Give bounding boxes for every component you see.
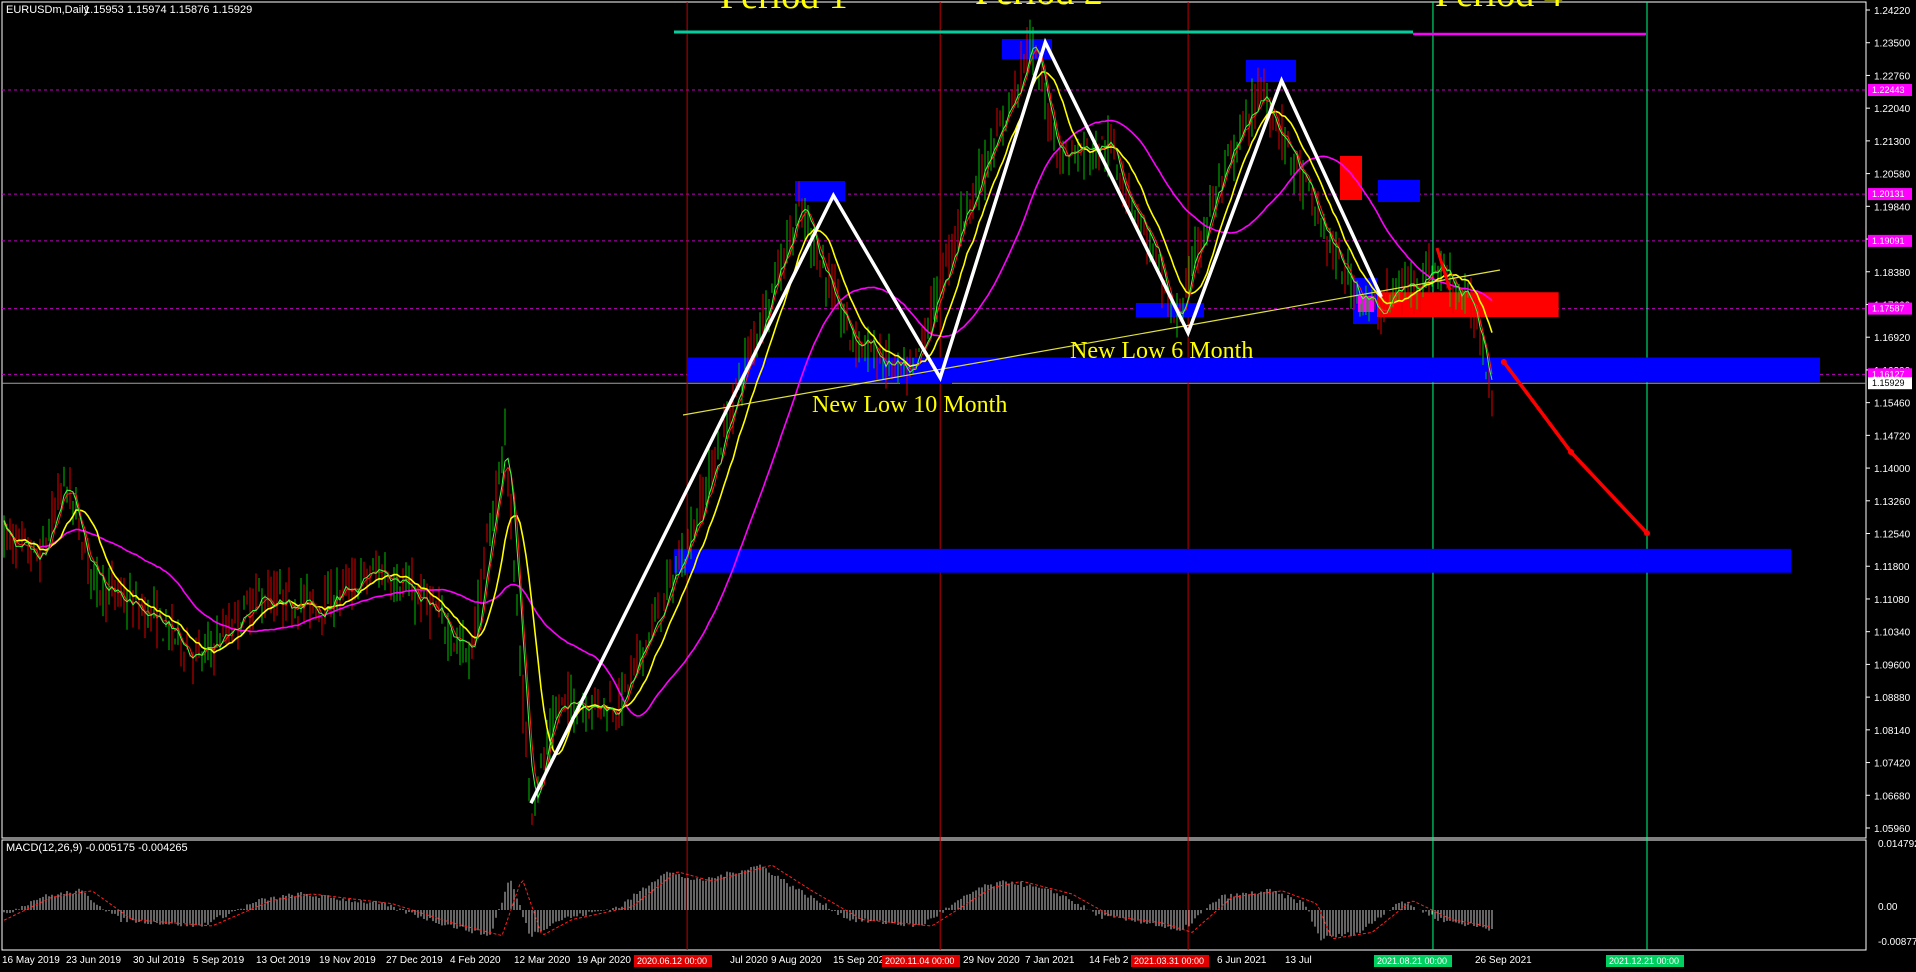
marker-box: [1340, 156, 1362, 200]
price-tick-label: 1.22760: [1874, 71, 1911, 82]
price-tick-label: 1.19840: [1874, 202, 1911, 213]
time-tick-label: 9 Aug 2020: [771, 955, 822, 966]
time-tick-label: 19 Apr 2020: [577, 955, 631, 966]
time-tick-label: 26 Sep 2021: [1475, 955, 1532, 966]
period-1-label: Period 1: [720, 0, 848, 17]
zones: [674, 39, 1820, 573]
time-tick-label: 13 Oct 2019: [256, 955, 311, 966]
price-tick-label: 1.05960: [1874, 824, 1911, 835]
time-tick-label: 13 Jul: [1285, 955, 1312, 966]
macd-axis-label: 0.00: [1878, 902, 1898, 913]
price-tick-label: 1.07420: [1874, 759, 1911, 770]
price-tick-label: 1.11080: [1874, 595, 1910, 606]
candles: [3, 19, 1493, 825]
price-tag-label: 1.17587: [1872, 304, 1905, 314]
time-tick-label: 15 Sep 202: [833, 955, 885, 966]
macd-axis: 0.014792 0.00 -0.008775: [1878, 839, 1916, 948]
price-tag-label: 1.19091: [1872, 236, 1905, 246]
macd-histogram: [3, 864, 1493, 941]
overlays: [529, 30, 1650, 804]
time-tick-label: Jul 2020: [730, 955, 768, 966]
zigzag-line: [529, 37, 1383, 804]
price-tick-label: 1.22040: [1874, 104, 1911, 115]
time-tick-label: 16 May 2019: [2, 955, 60, 966]
price-tick-label: 1.08880: [1874, 693, 1911, 704]
projection-point: [1500, 359, 1507, 366]
price-tick-label: 1.12540: [1874, 530, 1911, 541]
price-tick-label: 1.08140: [1874, 726, 1911, 737]
price-tick-label: 1.14720: [1874, 431, 1911, 442]
price-tick-label: 1.14000: [1874, 464, 1911, 475]
price-tick-label: 1.13260: [1874, 497, 1911, 508]
new-low-10-month-label: New Low 10 Month: [812, 392, 1007, 418]
time-tag-label: 2021.03.31 00:00: [1134, 956, 1204, 966]
ma-fast-line: [3, 71, 1493, 756]
projection-point: [1644, 530, 1650, 537]
main-panel-border: [1, 1, 1867, 839]
price-tick-label: 1.06680: [1874, 791, 1911, 802]
price-tick-label: 1.20580: [1874, 170, 1911, 181]
marker-box: [795, 181, 845, 201]
time-tick-label: 6 Jun 2021: [1217, 955, 1267, 966]
time-tick-label: 12 Mar 2020: [514, 955, 571, 966]
price-tick-label: 1.23500: [1874, 39, 1911, 50]
macd-title: MACD(12,26,9) -0.005175 -0.004265: [6, 842, 188, 854]
moving-averages: [3, 46, 1493, 800]
blue-zone: [674, 548, 1792, 573]
time-axis: 16 May 2019 23 Jun 2019 30 Jul 2019 5 Sep 2…: [2, 955, 1532, 966]
time-tick-label: 30 Jul 2019: [133, 955, 185, 966]
blue-zone: [687, 357, 1820, 383]
time-tag-label: 2020.06.12 00:00: [637, 956, 707, 966]
trading-chart[interactable]: Period 1 Period 2 Period 4 New Low 10 Mo…: [0, 0, 1916, 972]
ma-slow-line: [3, 119, 1493, 717]
time-tick-label: 27 Dec 2019: [386, 955, 443, 966]
marker-box: [1246, 60, 1296, 82]
price-tick-label: 1.16920: [1874, 333, 1911, 344]
ma-green-line: [3, 46, 1493, 800]
price-tick-label: 1.15460: [1874, 399, 1911, 410]
vertical-markers: [686, 2, 1648, 950]
time-tick-label: 5 Sep 2019: [193, 955, 245, 966]
time-tick-label: 29 Nov 2020: [963, 955, 1020, 966]
time-tag-label: 2021.12.21 00:00: [1609, 956, 1679, 966]
price-tag-label: 1.20131: [1872, 189, 1905, 199]
time-tick-label: 7 Jan 2021: [1025, 955, 1075, 966]
time-tag-label: 2021.08.21 00:00: [1377, 956, 1447, 966]
time-tick-label: 4 Feb 2020: [450, 955, 501, 966]
projection-point: [1568, 449, 1574, 456]
time-tag-label: 2020.11.04 00:00: [885, 956, 954, 966]
price-tick-label: 1.21300: [1874, 137, 1911, 148]
horizontal-levels: [2, 89, 1866, 384]
period-2-label: Period 2: [975, 0, 1103, 13]
macd-panel-border: [1, 839, 1867, 951]
projection-line: [1502, 360, 1649, 535]
time-tick-label: 19 Nov 2019: [319, 955, 376, 966]
price-tag-label: 1.15929: [1872, 378, 1905, 388]
symbol-title: EURUSDm,Daily: [6, 4, 90, 16]
macd-axis-label: 0.014792: [1878, 839, 1916, 850]
price-axis: 1.24220 1.23500 1.22760 1.22040 1.21300 1.205…: [1866, 6, 1911, 835]
period-4-label: Period 4: [1435, 0, 1563, 15]
time-tick-label: 23 Jun 2019: [66, 955, 121, 966]
price-tick-label: 1.11800: [1874, 562, 1910, 573]
price-tick-label: 1.18380: [1874, 268, 1911, 279]
price-tag-label: 1.22443: [1872, 85, 1905, 95]
ma-red-line: [3, 47, 1493, 791]
new-low-6-month-label: New Low 6 Month: [1070, 338, 1253, 364]
marker-box: [1378, 180, 1420, 202]
price-tick-label: 1.09600: [1874, 660, 1911, 671]
ohlc-values: 1.15953 1.15974 1.15876 1.15929: [84, 4, 252, 16]
price-tick-label: 1.24220: [1874, 6, 1911, 17]
price-tick-label: 1.10340: [1874, 628, 1911, 639]
time-tick-label: 14 Feb 2: [1089, 955, 1129, 966]
macd-axis-label: -0.008775: [1878, 937, 1916, 948]
